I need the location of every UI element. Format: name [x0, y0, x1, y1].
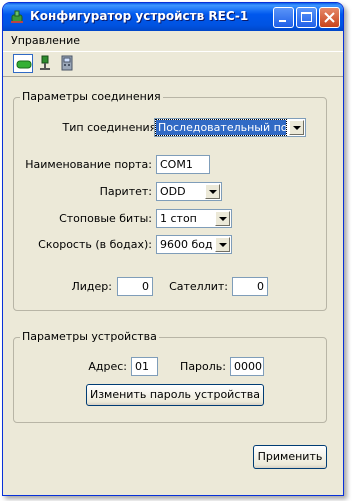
- menu-item-control[interactable]: Управление: [11, 34, 80, 47]
- close-icon: [324, 12, 335, 23]
- toolbar: [3, 51, 343, 77]
- change-password-button[interactable]: Изменить пароль устройства: [86, 384, 264, 406]
- parity-select[interactable]: ODD: [156, 182, 222, 201]
- chevron-down-icon: [209, 190, 217, 194]
- parity-label: Паритет:: [99, 185, 152, 198]
- port-name-label: Наименование порта:: [25, 158, 152, 171]
- connection-type-select[interactable]: Последовательный порт: [154, 118, 306, 137]
- window-title: Конфигуратор устройств REC-1: [30, 9, 249, 23]
- device-icon: [40, 55, 50, 70]
- connection-icon: [16, 60, 32, 69]
- menu-bar: Управление: [3, 31, 343, 51]
- address-field[interactable]: 01: [131, 357, 158, 376]
- minimize-icon: [279, 20, 286, 22]
- port-name-field[interactable]: COM1: [156, 155, 210, 174]
- baud-rate-dropdown-button[interactable]: [215, 237, 230, 252]
- leader-label: Лидер:: [71, 280, 112, 293]
- maximize-button[interactable]: [296, 7, 317, 28]
- connection-params-legend: Параметры соединения: [20, 90, 163, 103]
- password-field[interactable]: 0000: [230, 357, 264, 376]
- parity-dropdown-button[interactable]: [205, 184, 220, 199]
- device-params-group: Параметры устройства Адрес: 01 Пароль: 0…: [13, 330, 327, 423]
- title-bar[interactable]: Конфигуратор устройств REC-1: [3, 3, 343, 31]
- password-label: Пароль:: [180, 360, 226, 373]
- connection-type-value: Последовательный порт: [155, 119, 287, 136]
- baud-rate-select[interactable]: 9600 бод: [156, 235, 232, 254]
- tool-settings[interactable]: [57, 54, 77, 73]
- stop-bits-value: 1 стоп: [160, 212, 197, 225]
- app-icon: [11, 10, 23, 23]
- satellite-field[interactable]: 0: [232, 277, 268, 296]
- chevron-down-icon: [293, 126, 301, 130]
- connection-type-dropdown-button[interactable]: [289, 120, 304, 135]
- connection-params-group: Параметры соединения Тип соединения: Пос…: [13, 90, 327, 311]
- connection-type-label: Тип соединения:: [62, 121, 160, 134]
- baud-rate-value: 9600 бод: [160, 238, 213, 251]
- device-params-legend: Параметры устройства: [20, 330, 159, 343]
- tool-connection[interactable]: [13, 54, 33, 73]
- stop-bits-select[interactable]: 1 стоп: [156, 209, 232, 228]
- apply-button[interactable]: Применить: [253, 445, 327, 469]
- baud-rate-label: Скорость (в бодах):: [38, 238, 152, 251]
- close-button[interactable]: [319, 7, 340, 28]
- parity-value: ODD: [160, 185, 186, 198]
- leader-field[interactable]: 0: [117, 277, 153, 296]
- chevron-down-icon: [219, 217, 227, 221]
- tool-device[interactable]: [35, 54, 55, 73]
- app-window: Конфигуратор устройств REC-1 Управление: [2, 2, 344, 496]
- settings-icon: [61, 55, 73, 71]
- stop-bits-dropdown-button[interactable]: [215, 211, 230, 226]
- address-label: Адрес:: [88, 360, 127, 373]
- satellite-label: Сателлит:: [169, 280, 228, 293]
- chevron-down-icon: [219, 243, 227, 247]
- maximize-icon: [301, 12, 312, 22]
- minimize-button[interactable]: [273, 7, 294, 28]
- stop-bits-label: Стоповые биты:: [59, 212, 152, 225]
